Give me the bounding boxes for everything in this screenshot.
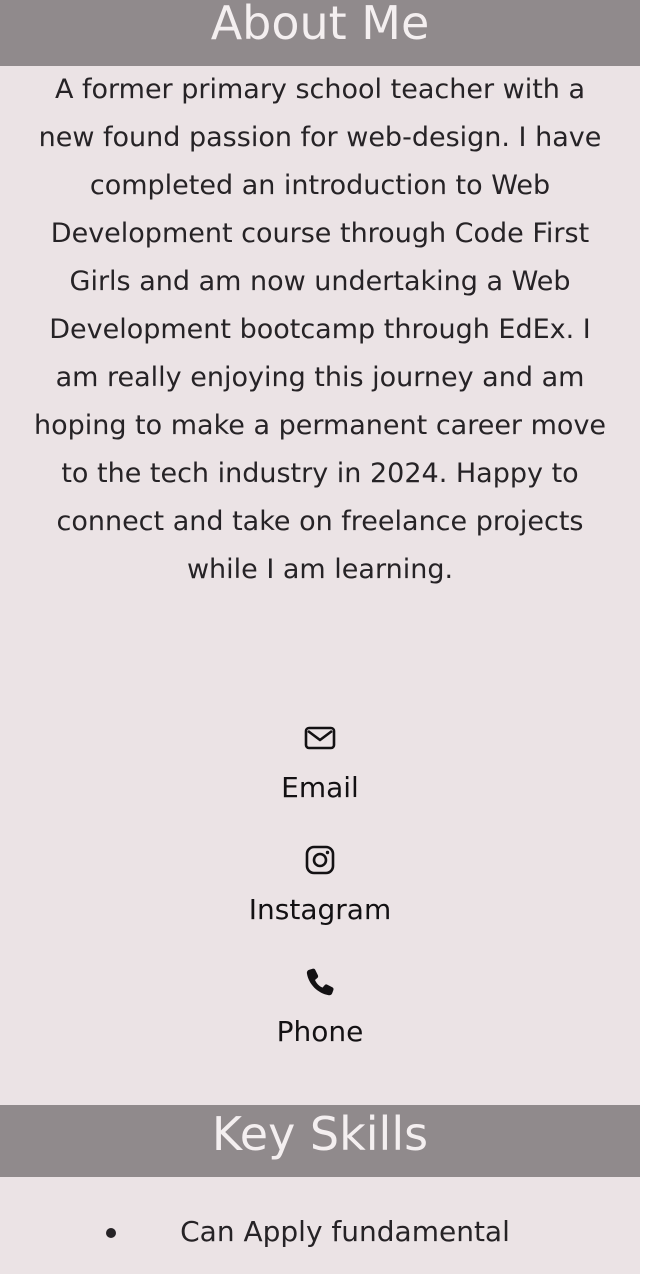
instagram-link[interactable]: Instagram: [0, 844, 640, 930]
envelope-icon: [304, 722, 336, 754]
bullet-icon: [106, 1228, 116, 1238]
instagram-label: Instagram: [248, 893, 392, 926]
list-item: Can Apply fundamental: [0, 1208, 640, 1256]
phone-link[interactable]: Phone: [0, 966, 640, 1052]
phone-icon: [304, 966, 336, 998]
instagram-icon: [304, 844, 336, 876]
scrollbar-gutter: [640, 0, 646, 1274]
page: About Me A former primary school teacher…: [0, 0, 640, 1274]
about-me-heading: About Me: [0, 0, 640, 66]
skill-text: Can Apply fundamental: [180, 1215, 510, 1248]
skills-list: Can Apply fundamental: [0, 1208, 640, 1256]
key-skills-heading: Key Skills: [0, 1105, 640, 1177]
email-label: Email: [281, 771, 359, 804]
about-me-bio: A former primary school teacher with a n…: [33, 74, 607, 585]
phone-label: Phone: [276, 1015, 364, 1048]
email-link[interactable]: Email: [0, 722, 640, 808]
